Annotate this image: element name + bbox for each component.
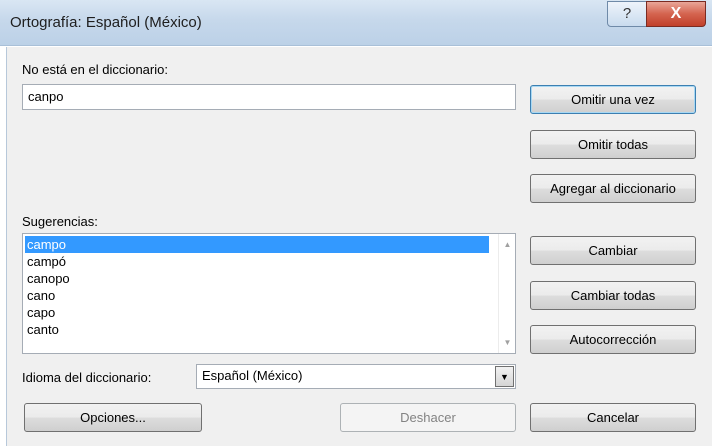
suggestion-item[interactable]: capo <box>25 304 489 321</box>
options-button[interactable]: Opciones... <box>24 403 202 432</box>
help-button[interactable]: ? <box>607 1 647 27</box>
suggestion-item[interactable]: campó <box>25 253 489 270</box>
window-title: Ortografía: Español (México) <box>10 14 202 31</box>
suggestions-list[interactable]: campo campó canopo cano capo canto ▲ ▼ <box>22 233 516 354</box>
suggestion-item[interactable]: canto <box>25 321 489 338</box>
cancel-button[interactable]: Cancelar <box>530 403 696 432</box>
add-to-dictionary-button[interactable]: Agregar al diccionario <box>530 174 696 203</box>
autocorrect-button[interactable]: Autocorrección <box>530 325 696 354</box>
change-all-button[interactable]: Cambiar todas <box>530 281 696 310</box>
close-icon: X <box>670 5 682 22</box>
undo-button[interactable]: Deshacer <box>340 403 516 432</box>
misspelled-word: canpo <box>28 89 64 104</box>
dictionary-language-select[interactable]: Español (México) ▼ <box>196 364 516 389</box>
scroll-up-arrow-icon[interactable]: ▲ <box>499 236 515 253</box>
not-in-dictionary-field[interactable]: canpo <box>22 84 516 110</box>
suggestion-item[interactable]: canopo <box>25 270 489 287</box>
suggestion-item[interactable]: cano <box>25 287 489 304</box>
suggestion-item[interactable]: campo <box>25 236 489 253</box>
suggestions-scrollbar[interactable]: ▲ ▼ <box>498 234 515 353</box>
chevron-down-icon[interactable]: ▼ <box>495 366 514 387</box>
dictionary-language-value: Español (México) <box>202 368 303 383</box>
not-in-dictionary-label: No está en el diccionario: <box>22 62 168 77</box>
ignore-once-button[interactable]: Omitir una vez <box>530 85 696 114</box>
close-button[interactable]: X <box>646 1 706 27</box>
ignore-all-button[interactable]: Omitir todas <box>530 130 696 159</box>
dictionary-language-label: Idioma del diccionario: <box>22 370 152 385</box>
question-mark-icon: ? <box>622 5 632 22</box>
change-button[interactable]: Cambiar <box>530 236 696 265</box>
suggestions-label: Sugerencias: <box>22 214 98 229</box>
scroll-down-arrow-icon[interactable]: ▼ <box>499 334 515 351</box>
